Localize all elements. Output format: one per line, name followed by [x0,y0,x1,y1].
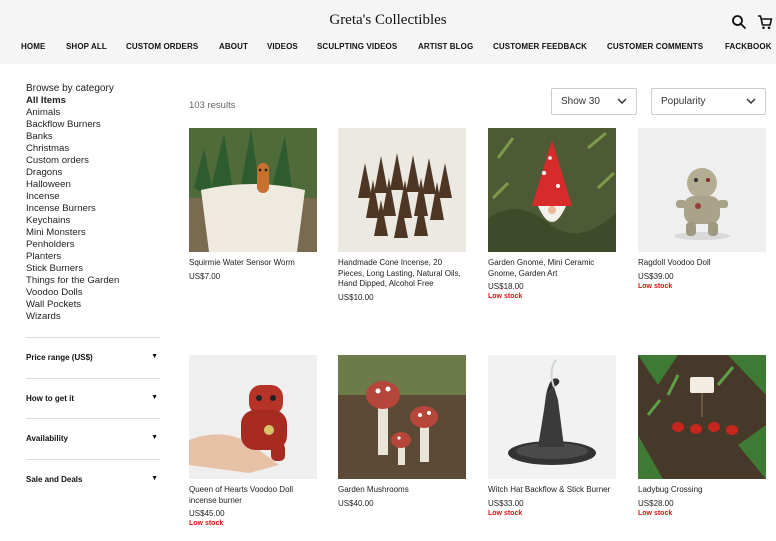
category-item-banks[interactable]: Banks [26,131,160,143]
show-count-select[interactable]: Show 30 [551,88,637,115]
site-title[interactable]: Greta's Collectibles [0,12,776,29]
product-price: US$28.00 [638,498,674,508]
nav-customer-comments[interactable]: CUSTOMER COMMENTS [607,42,703,51]
nav-about[interactable]: ABOUT [219,42,248,51]
filter-availability[interactable]: Availability ▼ [26,418,160,458]
product-image[interactable] [638,128,766,252]
stock-badge: Low stock [488,509,523,517]
product-image[interactable] [338,128,466,252]
filter-how-to-get-it[interactable]: How to get it ▼ [26,378,160,418]
product-title[interactable]: Handmade Cone Incense, 20 Pieces, Long L… [338,258,466,290]
category-item-halloween[interactable]: Halloween [26,179,160,191]
filter-price-range[interactable]: Price range (US$) ▼ [26,337,160,377]
caret-down-icon: ▼ [151,434,158,441]
category-heading: Browse by category [26,83,114,94]
filter-label: Price range (US$) [26,353,93,362]
show-count-value: Show 30 [561,96,600,107]
product-image[interactable] [638,355,766,479]
category-item-custom-orders[interactable]: Custom orders [26,155,160,167]
product-card[interactable]: Handmade Cone Incense, 20 Pieces, Long L… [338,128,466,302]
product-image[interactable] [189,355,317,479]
nav-sculpting-videos[interactable]: SCULPTING VIDEOS [317,42,397,51]
product-price: US$33.00 [488,498,524,508]
stock-badge: Low stock [638,509,673,517]
category-item-penholders[interactable]: Penholders [26,239,160,251]
chevron-down-icon [617,98,627,105]
product-price: US$40.00 [338,498,374,508]
category-sidebar: Browse by category All Items Animals Bac… [26,83,160,323]
category-item-stick-burners[interactable]: Stick Burners [26,263,160,275]
product-card[interactable]: Queen of Hearts Voodoo Doll incense burn… [189,355,317,527]
caret-down-icon: ▼ [151,394,158,401]
filter-label: Sale and Deals [26,475,83,484]
nav-videos[interactable]: VIDEOS [267,42,298,51]
product-price: US$45.00 [189,509,225,518]
filter-label: Availability [26,434,68,443]
caret-down-icon: ▼ [151,353,158,360]
category-item-things-for-the-garden[interactable]: Things for the Garden [26,275,160,287]
product-card[interactable]: Squirmie Water Sensor Worm US$7.00 [189,128,317,281]
sort-value: Popularity [661,96,706,107]
product-title[interactable]: Garden Gnome, Mini Ceramic Gnome, Garden… [488,258,616,279]
stock-badge: Low stock [189,520,224,527]
product-price: US$39.00 [638,271,674,281]
stock-badge: Low stock [638,282,673,290]
product-image[interactable] [488,128,616,252]
stock-badge: Low stock [488,293,523,300]
category-item-wizards[interactable]: Wizards [26,311,160,323]
caret-down-icon: ▼ [151,475,158,482]
category-item-dragons[interactable]: Dragons [26,167,160,179]
product-image[interactable] [488,355,616,479]
product-title[interactable]: Ragdoll Voodoo Doll [638,258,766,269]
product-card[interactable]: Witch Hat Backflow & Stick Burner US$33.… [488,355,616,517]
product-price: US$18.00 [488,282,524,291]
filter-label: How to get it [26,394,74,403]
category-item-voodoo-dolls[interactable]: Voodoo Dolls [26,287,160,299]
category-item-wall-pockets[interactable]: Wall Pockets [26,299,160,311]
sort-select[interactable]: Popularity [651,88,766,115]
results-count: 103 results [189,100,236,111]
nav-fackbook[interactable]: FACKBOOK [725,42,772,51]
product-title[interactable]: Witch Hat Backflow & Stick Burner [488,485,616,496]
category-item-keychains[interactable]: Keychains [26,215,160,227]
product-title[interactable]: Garden Mushrooms [338,485,466,496]
filter-sale-and-deals[interactable]: Sale and Deals ▼ [26,459,160,499]
product-title[interactable]: Queen of Hearts Voodoo Doll incense burn… [189,485,317,506]
cart-icon[interactable] [757,14,773,30]
category-item-all-items[interactable]: All Items [26,95,160,107]
nav-custom-orders[interactable]: CUSTOM ORDERS [126,42,198,51]
product-price: US$7.00 [189,271,221,281]
nav-artist-blog[interactable]: ARTIST BLOG [418,42,473,51]
product-title[interactable]: Squirmie Water Sensor Worm [189,258,317,269]
nav-home[interactable]: HOME [21,42,45,51]
category-item-mini-monsters[interactable]: Mini Monsters [26,227,160,239]
category-item-incense[interactable]: Incense [26,191,160,203]
product-image[interactable] [338,355,466,479]
product-title[interactable]: Ladybug Crossing [638,485,766,496]
product-card[interactable]: Garden Gnome, Mini Ceramic Gnome, Garden… [488,128,616,300]
nav-customer-feedback[interactable]: CUSTOMER FEEDBACK [493,42,587,51]
main-nav: HOME SHOP ALL CUSTOM ORDERS ABOUT VIDEOS… [0,42,776,54]
nav-shop-all[interactable]: SHOP ALL [66,42,107,51]
category-item-animals[interactable]: Animals [26,107,160,119]
category-item-incense-burners[interactable]: Incense Burners [26,203,160,215]
category-item-planters[interactable]: Planters [26,251,160,263]
category-item-backflow-burners[interactable]: Backflow Burners [26,119,160,131]
search-icon[interactable] [731,14,747,30]
product-card[interactable]: Ragdoll Voodoo Doll US$39.00 Low stock [638,128,766,290]
product-price: US$10.00 [338,292,374,302]
product-image[interactable] [189,128,317,252]
product-card[interactable]: Ladybug Crossing US$28.00 Low stock [638,355,766,517]
site-header: Greta's Collectibles HOME SHOP ALL CUSTO… [0,0,776,64]
product-card[interactable]: Garden Mushrooms US$40.00 [338,355,466,508]
chevron-down-icon [746,98,756,105]
category-item-christmas[interactable]: Christmas [26,143,160,155]
